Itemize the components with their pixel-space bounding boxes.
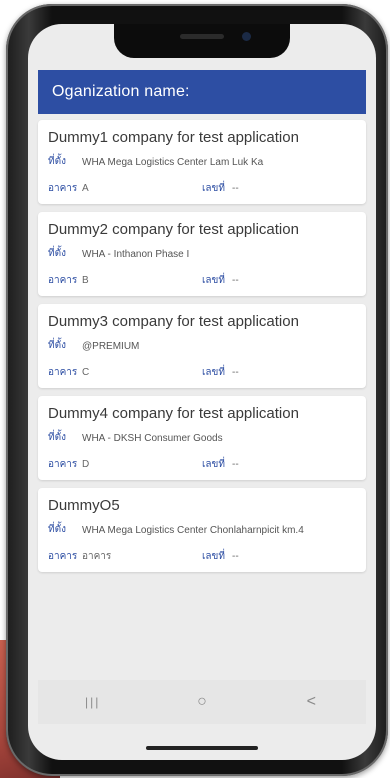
- number-value: --: [232, 183, 239, 194]
- location-label: ที่ตั้ง: [48, 432, 66, 443]
- number-value: --: [232, 367, 239, 378]
- location-label: ที่ตั้ง: [48, 248, 66, 259]
- number-label: เลขที่: [202, 183, 225, 194]
- header-title: Oganization name:: [52, 83, 190, 100]
- company-name: Dummy1 company for test application: [48, 129, 299, 146]
- building-value: D: [82, 459, 90, 470]
- system-navigation-bar: ||| ○ <: [38, 680, 366, 724]
- notch: [114, 24, 290, 58]
- recents-icon[interactable]: |||: [73, 695, 113, 709]
- app-header: Oganization name:: [38, 70, 366, 114]
- company-name: Dummy2 company for test application: [48, 221, 299, 238]
- speaker: [180, 34, 224, 39]
- building-label: อาคาร: [48, 275, 78, 286]
- building-value: B: [82, 275, 89, 286]
- number-label: เลขที่: [202, 275, 225, 286]
- number-value: --: [232, 275, 239, 286]
- number-value: --: [232, 459, 239, 470]
- organization-card[interactable]: Dummy1 company for test application ที่ต…: [38, 120, 366, 204]
- home-indicator[interactable]: [146, 746, 258, 750]
- company-name: DummyO5: [48, 497, 120, 514]
- building-value: A: [82, 183, 89, 194]
- building-value: C: [82, 367, 90, 378]
- number-label: เลขที่: [202, 459, 225, 470]
- building-value: อาคาร: [82, 551, 112, 562]
- location-value: WHA Mega Logistics Center Chonlaharnpici…: [82, 525, 304, 536]
- building-label: อาคาร: [48, 367, 78, 378]
- organization-card[interactable]: DummyO5 ที่ตั้ง WHA Mega Logistics Cente…: [38, 488, 366, 572]
- number-value: --: [232, 551, 239, 562]
- location-value: WHA - Inthanon Phase I: [82, 249, 190, 260]
- camera-icon: [242, 32, 251, 41]
- building-label: อาคาร: [48, 459, 78, 470]
- phone-screen: Oganization name: Dummy1 company for tes…: [28, 24, 376, 760]
- location-label: ที่ตั้ง: [48, 340, 66, 351]
- location-value: WHA - DKSH Consumer Goods: [82, 433, 223, 444]
- organization-card[interactable]: Dummy4 company for test application ที่ต…: [38, 396, 366, 480]
- location-value: @PREMIUM: [82, 341, 140, 352]
- number-label: เลขที่: [202, 551, 225, 562]
- back-icon[interactable]: <: [291, 693, 331, 711]
- phone-frame: Oganization name: Dummy1 company for tes…: [6, 4, 388, 776]
- organization-card[interactable]: Dummy2 company for test application ที่ต…: [38, 212, 366, 296]
- organization-card[interactable]: Dummy3 company for test application ที่ต…: [38, 304, 366, 388]
- building-label: อาคาร: [48, 551, 78, 562]
- company-name: Dummy3 company for test application: [48, 313, 299, 330]
- home-icon[interactable]: ○: [182, 693, 222, 711]
- number-label: เลขที่: [202, 367, 225, 378]
- building-label: อาคาร: [48, 183, 78, 194]
- organization-list: Dummy1 company for test application ที่ต…: [38, 120, 366, 580]
- location-label: ที่ตั้ง: [48, 524, 66, 535]
- location-value: WHA Mega Logistics Center Lam Luk Ka: [82, 157, 264, 168]
- company-name: Dummy4 company for test application: [48, 405, 299, 422]
- location-label: ที่ตั้ง: [48, 156, 66, 167]
